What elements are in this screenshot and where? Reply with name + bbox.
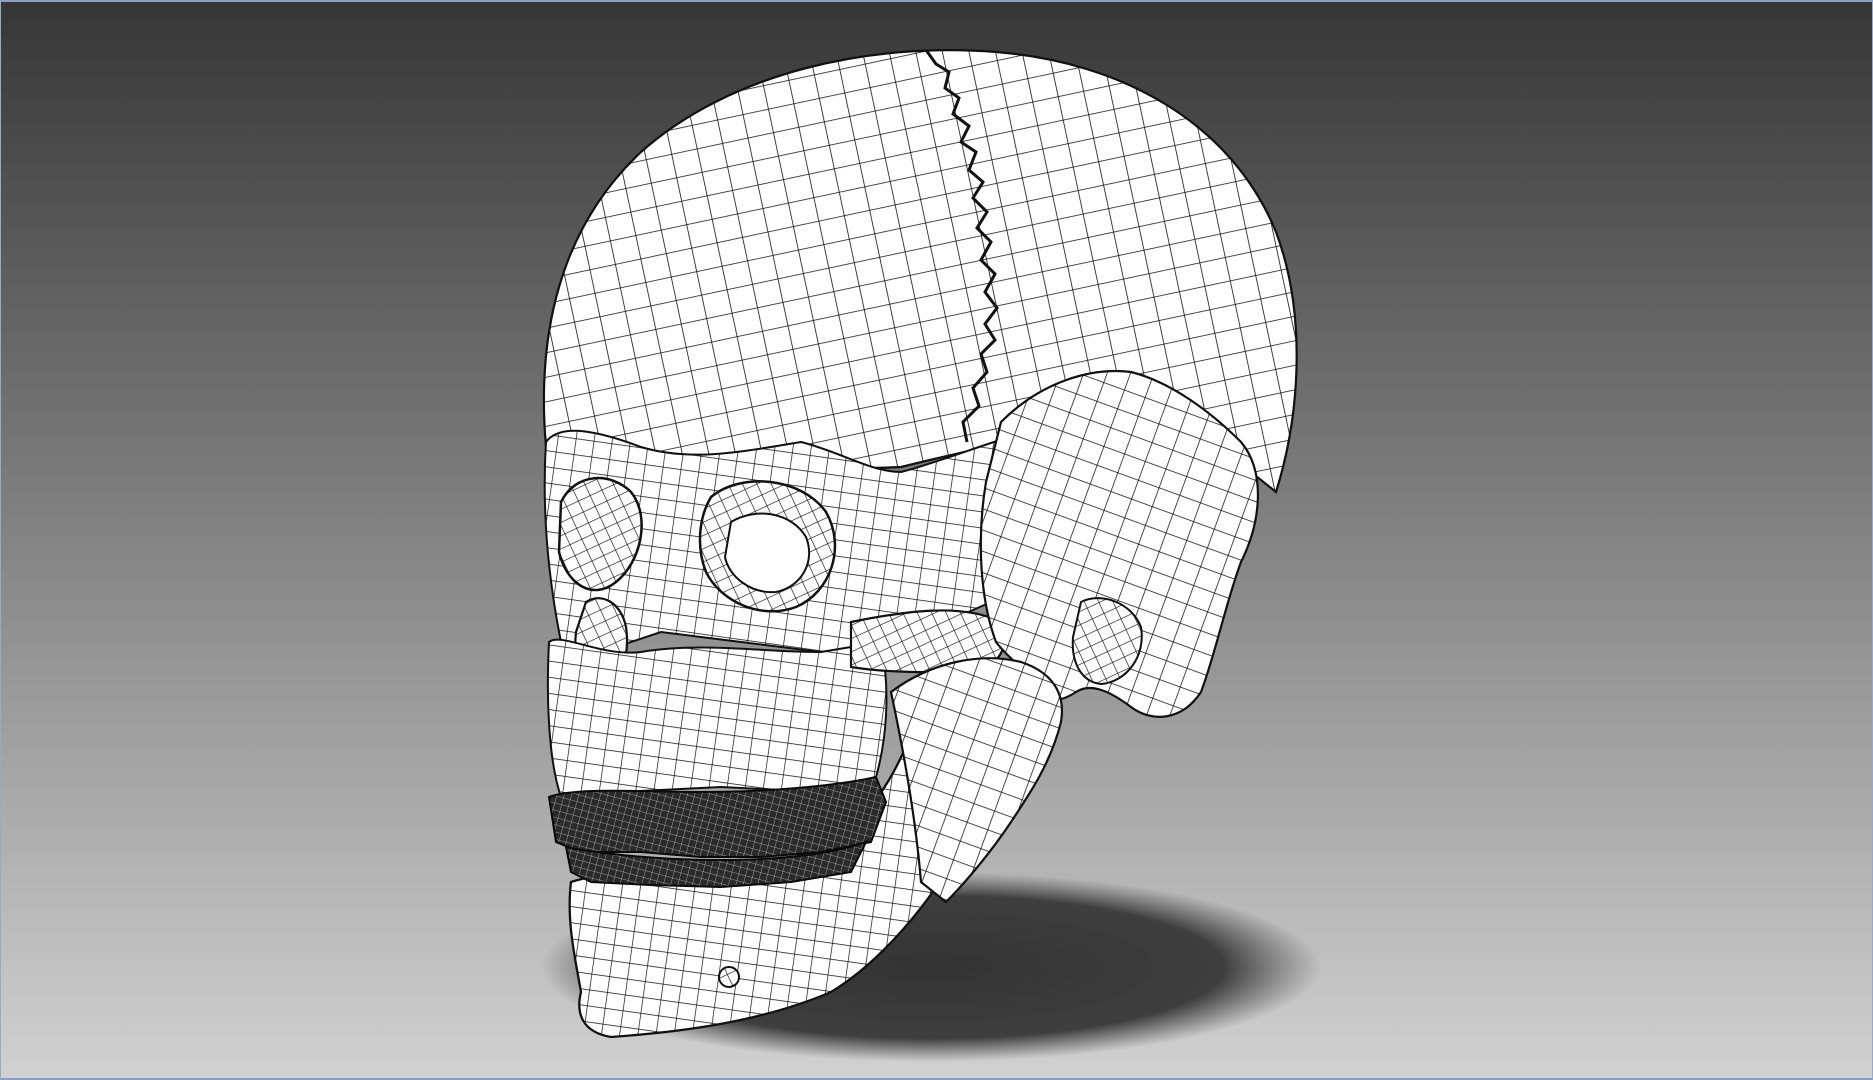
- maxilla: [546, 638, 888, 799]
- mental-foramen: [718, 966, 740, 988]
- skull-render: [1, 2, 1872, 1078]
- 3d-viewport[interactable]: [0, 0, 1873, 1080]
